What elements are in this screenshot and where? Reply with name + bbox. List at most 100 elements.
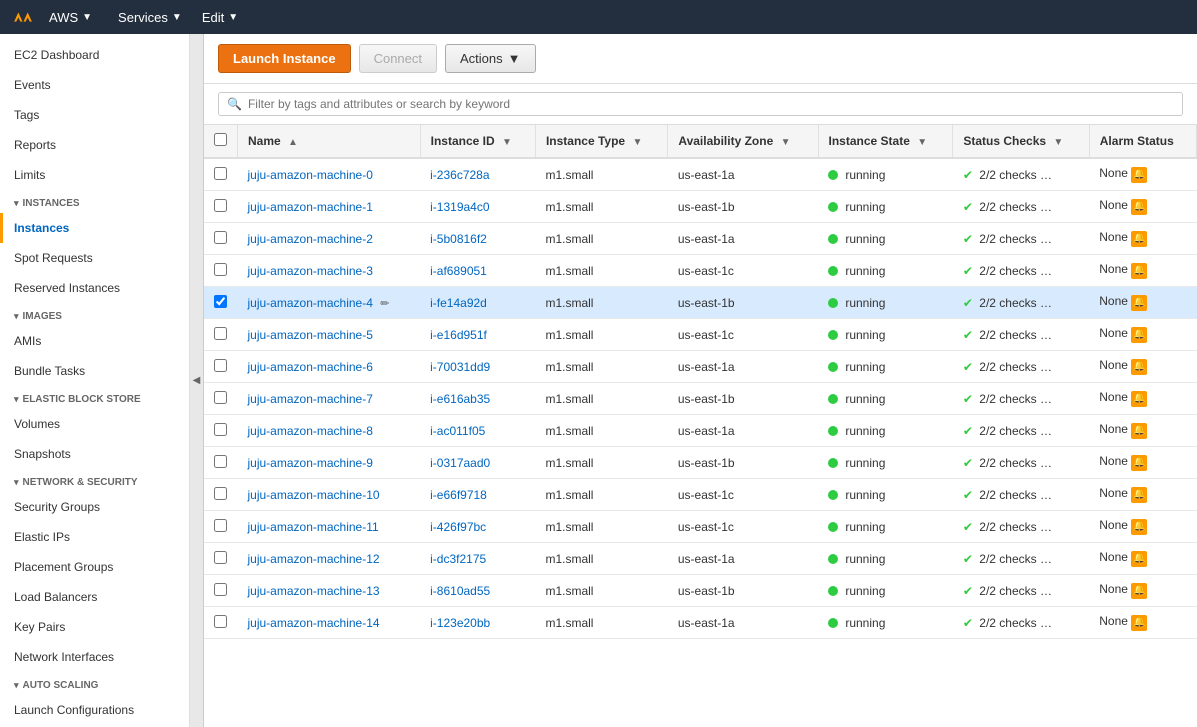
row-checkbox-10[interactable] [214, 487, 227, 500]
alarm-bell-icon-3[interactable]: 🔔 [1131, 263, 1147, 279]
instance-name-link-3[interactable]: juju-amazon-machine-3 [248, 264, 373, 278]
instance-name-link-7[interactable]: juju-amazon-machine-7 [248, 392, 373, 406]
col-header-availability-zone[interactable]: Availability Zone ▼ [668, 125, 818, 158]
instance-name-link-2[interactable]: juju-amazon-machine-2 [248, 232, 373, 246]
row-checkbox-cell-7[interactable] [204, 383, 238, 415]
sidebar-item-spot-requests[interactable]: Spot Requests [0, 243, 189, 273]
alarm-bell-icon-5[interactable]: 🔔 [1131, 327, 1147, 343]
sidebar-item-load-balancers[interactable]: Load Balancers [0, 582, 189, 612]
instance-id-link-6[interactable]: i-70031dd9 [430, 360, 490, 374]
sidebar-item-amis[interactable]: AMIs [0, 326, 189, 356]
row-checkbox-cell-8[interactable] [204, 415, 238, 447]
row-checkbox-2[interactable] [214, 231, 227, 244]
row-checkbox-cell-14[interactable] [204, 607, 238, 639]
aws-logo[interactable]: AWS ▼ [10, 4, 100, 30]
instance-name-link-6[interactable]: juju-amazon-machine-6 [248, 360, 373, 374]
alarm-bell-icon-1[interactable]: 🔔 [1131, 199, 1147, 215]
instance-id-link-0[interactable]: i-236c728a [430, 168, 489, 182]
sidebar-item-placement-groups[interactable]: Placement Groups [0, 552, 189, 582]
row-checkbox-cell-13[interactable] [204, 575, 238, 607]
instance-id-link-5[interactable]: i-e16d951f [430, 328, 487, 342]
row-checkbox-cell-10[interactable] [204, 479, 238, 511]
row-checkbox-14[interactable] [214, 615, 227, 628]
row-checkbox-cell-11[interactable] [204, 511, 238, 543]
sidebar-item-key-pairs[interactable]: Key Pairs [0, 612, 189, 642]
col-header-name[interactable]: Name ▲ [238, 125, 421, 158]
instance-id-link-3[interactable]: i-af689051 [430, 264, 487, 278]
row-checkbox-cell-0[interactable] [204, 158, 238, 191]
row-checkbox-8[interactable] [214, 423, 227, 436]
instance-name-link-8[interactable]: juju-amazon-machine-8 [248, 424, 373, 438]
actions-button[interactable]: Actions ▼ [445, 44, 536, 73]
instance-name-link-11[interactable]: juju-amazon-machine-11 [248, 520, 379, 534]
sidebar-item-instances[interactable]: Instances [0, 213, 189, 243]
sidebar-item-security-groups[interactable]: Security Groups [0, 492, 189, 522]
alarm-bell-icon-6[interactable]: 🔔 [1131, 359, 1147, 375]
sidebar-item-elastic-ips[interactable]: Elastic IPs [0, 522, 189, 552]
edit-menu-button[interactable]: Edit ▼ [194, 6, 246, 29]
instance-id-link-7[interactable]: i-e616ab35 [430, 392, 490, 406]
col-header-instance-type[interactable]: Instance Type ▼ [535, 125, 667, 158]
instance-id-link-12[interactable]: i-dc3f2175 [430, 552, 486, 566]
instance-name-link-5[interactable]: juju-amazon-machine-5 [248, 328, 373, 342]
instance-id-link-4[interactable]: i-fe14a92d [430, 296, 487, 310]
row-checkbox-0[interactable] [214, 167, 227, 180]
alarm-bell-icon-14[interactable]: 🔔 [1131, 615, 1147, 631]
row-checkbox-cell-2[interactable] [204, 223, 238, 255]
row-checkbox-12[interactable] [214, 551, 227, 564]
row-checkbox-9[interactable] [214, 455, 227, 468]
sidebar-item-launch-configurations[interactable]: Launch Configurations [0, 695, 189, 725]
sidebar-collapse-arrow[interactable]: ◀ [190, 34, 204, 727]
select-all-header[interactable] [204, 125, 238, 158]
sidebar-item-limits[interactable]: Limits [0, 160, 189, 190]
sidebar-item-reserved-instances[interactable]: Reserved Instances [0, 273, 189, 303]
instance-id-link-9[interactable]: i-0317aad0 [430, 456, 490, 470]
launch-instance-button[interactable]: Launch Instance [218, 44, 351, 73]
row-checkbox-6[interactable] [214, 359, 227, 372]
edit-name-icon[interactable]: ✏ [380, 298, 389, 310]
row-checkbox-11[interactable] [214, 519, 227, 532]
row-checkbox-cell-12[interactable] [204, 543, 238, 575]
alarm-bell-icon-10[interactable]: 🔔 [1131, 487, 1147, 503]
alarm-bell-icon-7[interactable]: 🔔 [1131, 391, 1147, 407]
sidebar-item-events[interactable]: Events [0, 70, 189, 100]
alarm-bell-icon-8[interactable]: 🔔 [1131, 423, 1147, 439]
row-checkbox-5[interactable] [214, 327, 227, 340]
instance-name-link-0[interactable]: juju-amazon-machine-0 [248, 168, 373, 182]
sidebar-item-tags[interactable]: Tags [0, 100, 189, 130]
row-checkbox-4[interactable] [214, 295, 227, 308]
sidebar-item-volumes[interactable]: Volumes [0, 409, 189, 439]
instance-name-link-10[interactable]: juju-amazon-machine-10 [248, 488, 380, 502]
alarm-bell-icon-11[interactable]: 🔔 [1131, 519, 1147, 535]
row-checkbox-3[interactable] [214, 263, 227, 276]
row-checkbox-cell-3[interactable] [204, 255, 238, 287]
row-checkbox-cell-5[interactable] [204, 319, 238, 351]
search-input[interactable] [248, 97, 1174, 111]
row-checkbox-cell-4[interactable] [204, 287, 238, 319]
row-checkbox-cell-6[interactable] [204, 351, 238, 383]
sidebar-item-bundle-tasks[interactable]: Bundle Tasks [0, 356, 189, 386]
alarm-bell-icon-0[interactable]: 🔔 [1131, 167, 1147, 183]
instance-id-link-2[interactable]: i-5b0816f2 [430, 232, 487, 246]
alarm-bell-icon-9[interactable]: 🔔 [1131, 455, 1147, 471]
instance-id-link-10[interactable]: i-e66f9718 [430, 488, 487, 502]
instance-id-link-13[interactable]: i-8610ad55 [430, 584, 490, 598]
col-header-status-checks[interactable]: Status Checks ▼ [953, 125, 1089, 158]
sidebar-item-network-interfaces[interactable]: Network Interfaces [0, 642, 189, 672]
instance-name-link-12[interactable]: juju-amazon-machine-12 [248, 552, 380, 566]
sidebar-item-reports[interactable]: Reports [0, 130, 189, 160]
col-header-alarm-status[interactable]: Alarm Status [1089, 125, 1196, 158]
col-header-instance-state[interactable]: Instance State ▼ [818, 125, 953, 158]
instance-id-link-1[interactable]: i-1319a4c0 [430, 200, 489, 214]
instance-name-link-13[interactable]: juju-amazon-machine-13 [248, 584, 380, 598]
alarm-bell-icon-4[interactable]: 🔔 [1131, 295, 1147, 311]
col-header-instance-id[interactable]: Instance ID ▼ [420, 125, 535, 158]
row-checkbox-1[interactable] [214, 199, 227, 212]
instance-id-link-8[interactable]: i-ac011f05 [430, 424, 485, 438]
alarm-bell-icon-13[interactable]: 🔔 [1131, 583, 1147, 599]
row-checkbox-13[interactable] [214, 583, 227, 596]
instance-id-link-14[interactable]: i-123e20bb [430, 616, 490, 630]
services-menu-button[interactable]: Services ▼ [110, 6, 190, 29]
sidebar-item-ec2-dashboard[interactable]: EC2 Dashboard [0, 40, 189, 70]
alarm-bell-icon-2[interactable]: 🔔 [1131, 231, 1147, 247]
